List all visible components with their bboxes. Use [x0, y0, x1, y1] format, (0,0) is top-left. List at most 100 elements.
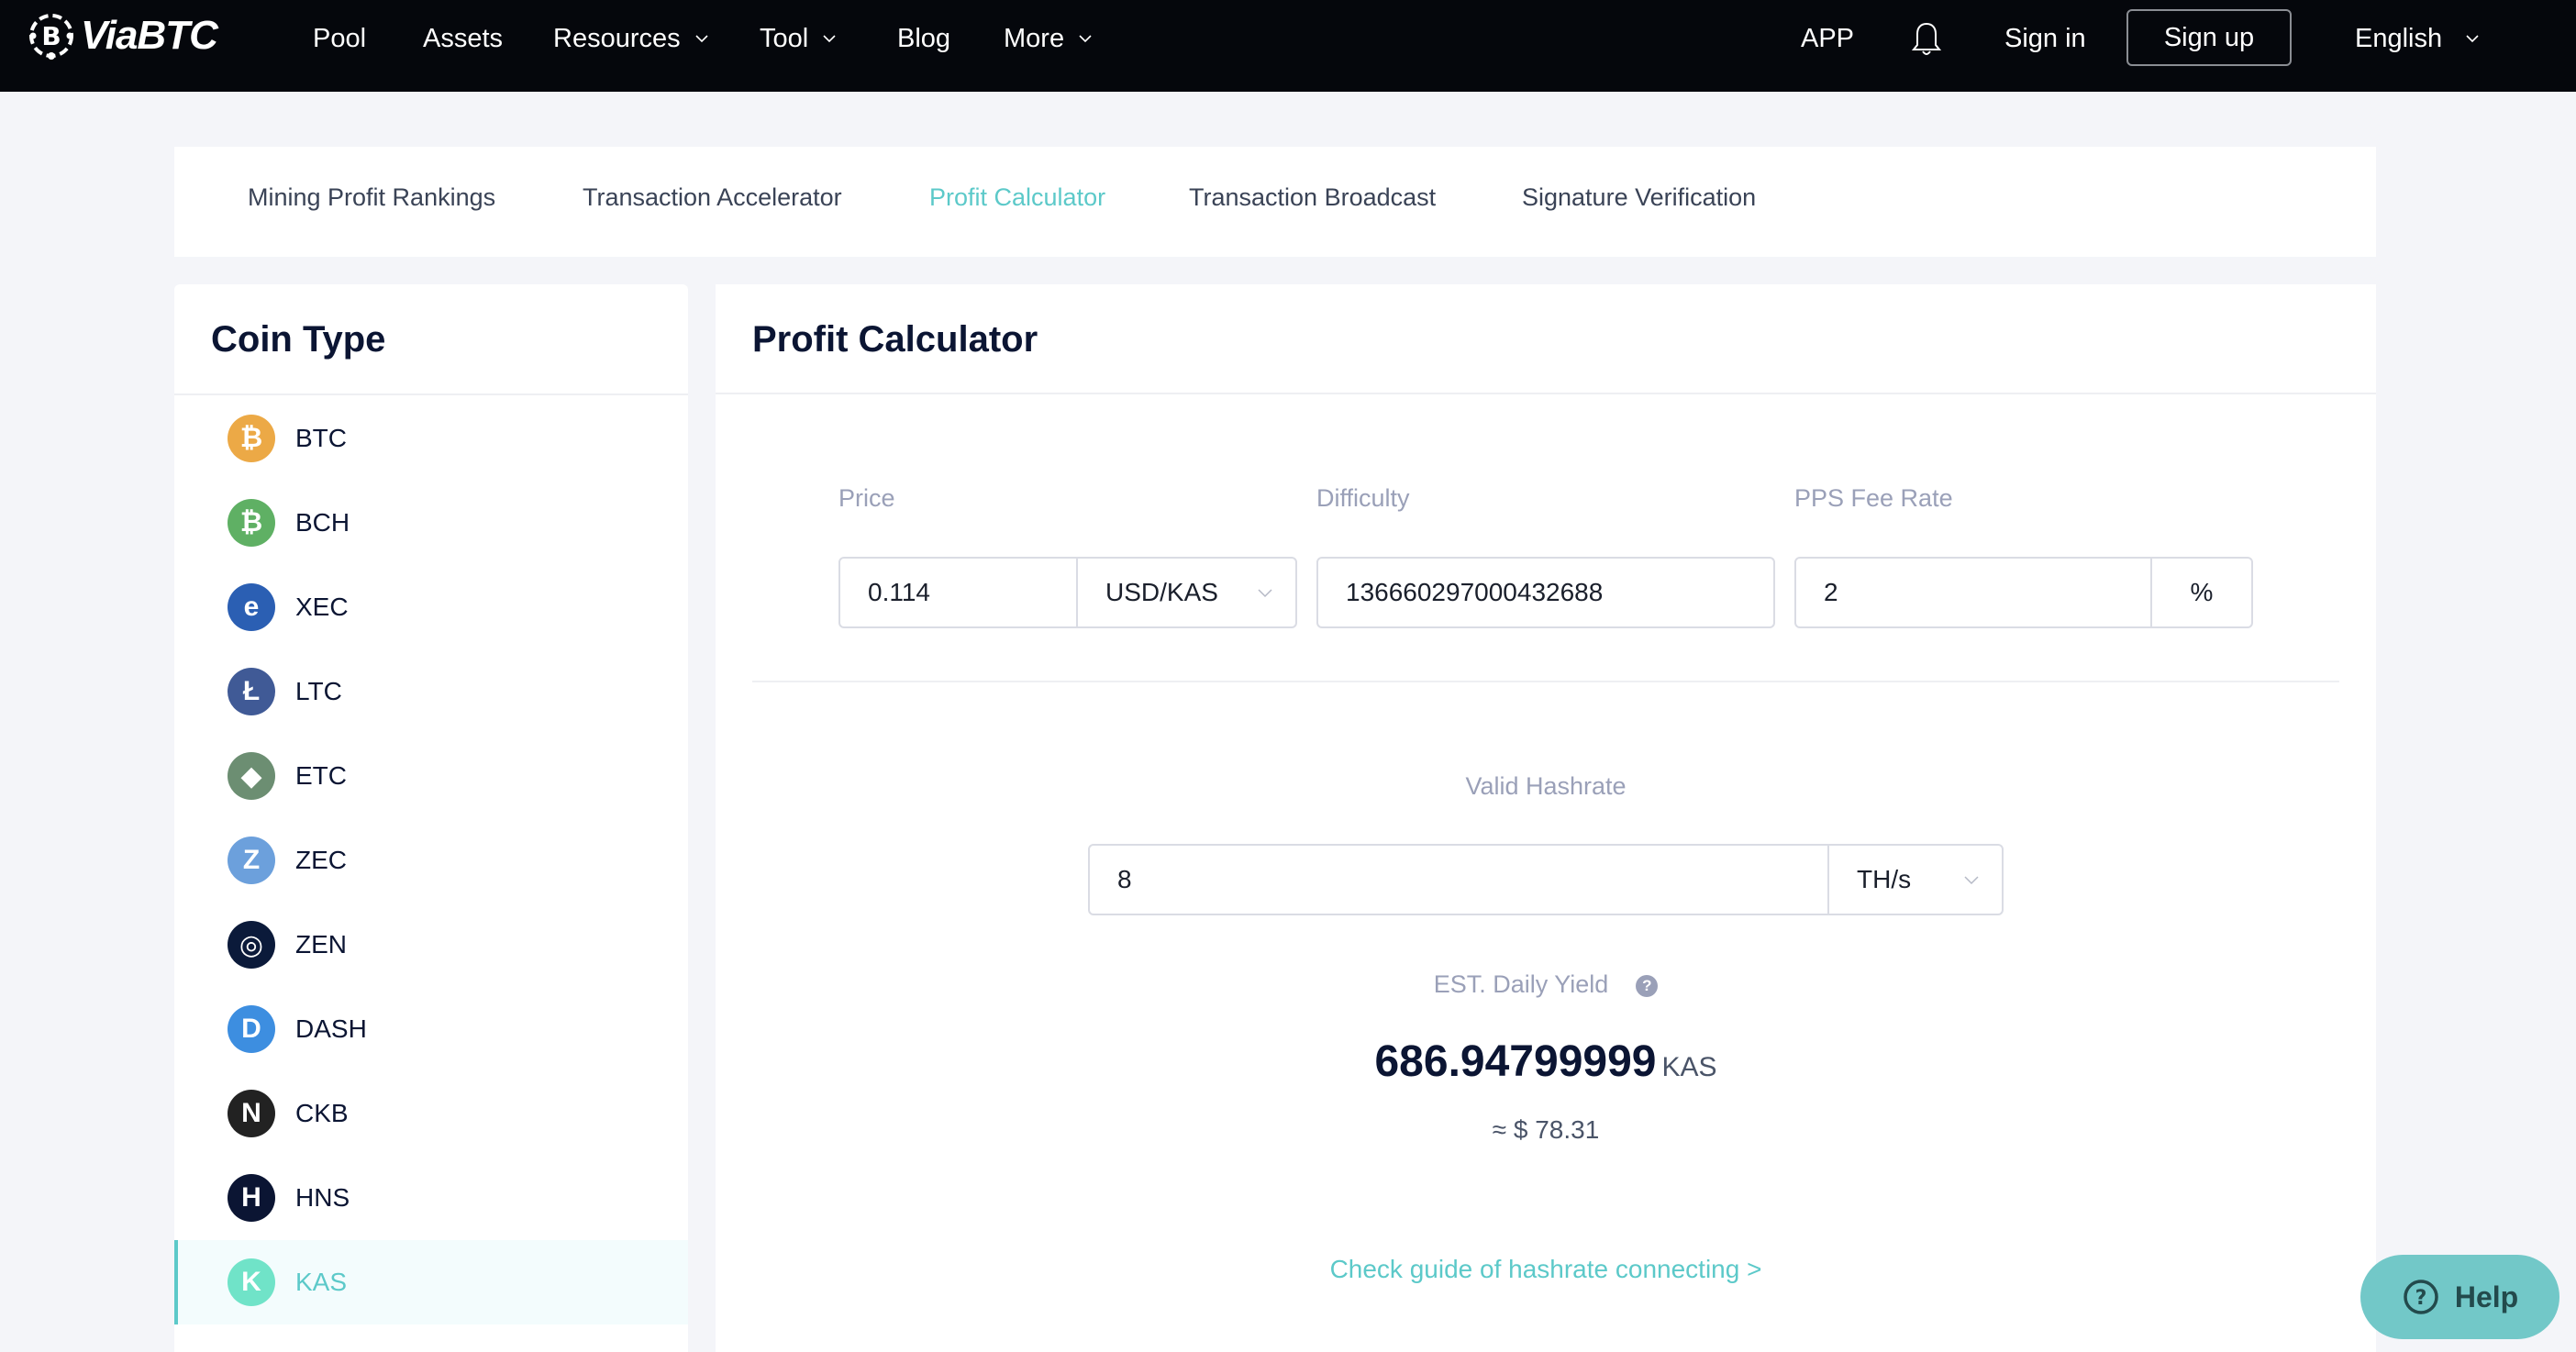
- question-icon[interactable]: ?: [1636, 975, 1659, 997]
- coin-item-bch[interactable]: ₿ BCH: [174, 481, 688, 565]
- difficulty-label: Difficulty: [1316, 484, 1410, 512]
- chevron-down-icon: [2466, 35, 2479, 43]
- coin-item-hns[interactable]: H HNS: [174, 1156, 688, 1240]
- nervos-icon: N: [228, 1090, 275, 1137]
- ethereum-classic-icon: ◆: [228, 752, 275, 800]
- tab-signature-verification[interactable]: Signature Verification: [1522, 183, 1756, 212]
- nav-pool[interactable]: Pool: [313, 20, 366, 57]
- price-label: Price: [838, 484, 895, 512]
- difficulty-input-group: [1316, 557, 1775, 628]
- hashrate-unit-value: TH/s: [1857, 865, 1912, 893]
- nav-app[interactable]: APP: [1801, 20, 1854, 57]
- nav-tool-label: Tool: [760, 23, 809, 53]
- nav-resources-label: Resources: [553, 23, 681, 53]
- coin-label: ZEN: [295, 930, 347, 959]
- price-input-group: USD/KAS: [838, 557, 1297, 628]
- help-label: Help: [2454, 1280, 2519, 1313]
- coin-item-btc[interactable]: ₿ BTC: [174, 396, 688, 481]
- help-circle-icon: ?: [2404, 1280, 2438, 1314]
- coin-label: KAS: [295, 1268, 348, 1296]
- coin-item-ltc[interactable]: Ł LTC: [174, 649, 688, 734]
- nav-more[interactable]: More: [1004, 20, 1094, 57]
- chevron-down-icon: [1079, 35, 1092, 43]
- fee-rate-input[interactable]: [1824, 559, 2136, 626]
- sign-in-link[interactable]: Sign in: [2004, 20, 2086, 57]
- price-input[interactable]: [868, 559, 1060, 626]
- tab-transaction-accelerator[interactable]: Transaction Accelerator: [583, 183, 842, 212]
- coin-item-kas[interactable]: K KAS: [174, 1240, 688, 1324]
- zcash-icon: Z: [228, 837, 275, 884]
- tab-profit-calculator[interactable]: Profit Calculator: [929, 183, 1105, 212]
- daily-yield-label: EST. Daily Yield: [1433, 970, 1609, 998]
- language-selector[interactable]: English: [2355, 20, 2481, 57]
- sign-up-button[interactable]: Sign up: [2126, 9, 2292, 66]
- coin-label: HNS: [295, 1183, 350, 1212]
- dash-icon: D: [228, 1005, 275, 1053]
- chevron-down-icon: [1258, 589, 1272, 598]
- coin-label: BTC: [295, 424, 347, 452]
- svg-text:B: B: [41, 21, 61, 51]
- pps-fee-rate-label: PPS Fee Rate: [1794, 484, 1953, 512]
- percent-sign: %: [2190, 578, 2214, 606]
- bitcoin-icon: ₿: [228, 415, 275, 462]
- nav-blog-label: Blog: [897, 23, 951, 53]
- nav-tool[interactable]: Tool: [760, 20, 838, 57]
- tool-tabs: Mining Profit Rankings Transaction Accel…: [174, 147, 2376, 257]
- bitcoin-cash-icon: ₿: [228, 499, 275, 547]
- price-currency-value: USD/KAS: [1105, 578, 1218, 606]
- viabtc-logo[interactable]: B ViaBTC: [26, 11, 218, 61]
- coin-type-sidebar: Coin Type ₿ BTC ₿ BCH e XEC Ł LTC ◆ ETC Z ZEC ◎ ZEN D D…: [174, 284, 688, 1352]
- valid-hashrate-label: Valid Hashrate: [1465, 772, 1627, 800]
- coin-label: CKB: [295, 1099, 349, 1127]
- svg-text:?: ?: [2415, 1287, 2426, 1310]
- chevron-down-icon: [695, 35, 708, 43]
- kaspa-icon: K: [228, 1258, 275, 1306]
- nav-assets[interactable]: Assets: [423, 20, 503, 57]
- top-navbar: B ViaBTC Pool Assets Resources Tool Blog…: [0, 0, 2576, 92]
- nav-resources[interactable]: Resources: [553, 20, 710, 57]
- notification-bell-icon[interactable]: [1910, 20, 1943, 57]
- difficulty-input[interactable]: [1346, 559, 1749, 626]
- yield-unit: KAS: [1661, 1052, 1717, 1082]
- handshake-icon: H: [228, 1174, 275, 1222]
- tab-mining-profit-rankings[interactable]: Mining Profit Rankings: [248, 183, 495, 212]
- sidebar-title: Coin Type: [211, 319, 386, 360]
- ecash-icon: e: [228, 583, 275, 631]
- coin-item-zec[interactable]: Z ZEC: [174, 818, 688, 903]
- price-currency-select[interactable]: USD/KAS: [1076, 559, 1295, 626]
- nav-more-label: More: [1004, 23, 1065, 53]
- nav-app-label: APP: [1801, 23, 1855, 53]
- coin-item-dash[interactable]: D DASH: [174, 987, 688, 1071]
- header-divider: [716, 393, 2376, 394]
- sign-up-label: Sign up: [2163, 22, 2255, 52]
- hashrate-guide-link[interactable]: Check guide of hashrate connecting >: [716, 1255, 2376, 1284]
- yield-amount: 686.94799999: [1374, 1037, 1657, 1086]
- coin-label: XEC: [295, 593, 349, 621]
- profit-calculator-panel: Profit Calculator Price Difficulty PPS F…: [716, 284, 2376, 1352]
- logo-text: ViaBTC: [81, 13, 218, 58]
- sign-in-label: Sign in: [2004, 23, 2086, 53]
- coin-item-zen[interactable]: ◎ ZEN: [174, 903, 688, 987]
- page-title: Profit Calculator: [752, 319, 1038, 360]
- fee-rate-unit: %: [2150, 559, 2251, 626]
- coin-item-xec[interactable]: e XEC: [174, 565, 688, 649]
- coin-label: DASH: [295, 1014, 367, 1043]
- yield-usd-equivalent: ≈ $ 78.31: [1492, 1115, 1600, 1144]
- coin-label: BCH: [295, 508, 350, 537]
- hashrate-input[interactable]: [1117, 846, 1815, 914]
- tab-transaction-broadcast[interactable]: Transaction Broadcast: [1189, 183, 1436, 212]
- coin-label: ZEC: [295, 846, 347, 874]
- coin-label: ETC: [295, 761, 347, 790]
- coin-item-etc[interactable]: ◆ ETC: [174, 734, 688, 818]
- language-label: English: [2355, 23, 2443, 53]
- coin-item-ckb[interactable]: N CKB: [174, 1071, 688, 1156]
- nav-blog[interactable]: Blog: [897, 20, 950, 57]
- help-button[interactable]: ? Help: [2360, 1255, 2559, 1339]
- litecoin-icon: Ł: [228, 668, 275, 715]
- daily-yield-header: EST. Daily Yield?: [716, 970, 2376, 999]
- nav-pool-label: Pool: [313, 23, 367, 53]
- hashrate-unit-select[interactable]: TH/s: [1827, 846, 2002, 914]
- section-divider: [752, 681, 2339, 682]
- sidebar-divider: [174, 393, 688, 395]
- daily-yield-value: 686.94799999 KAS: [716, 1036, 2376, 1087]
